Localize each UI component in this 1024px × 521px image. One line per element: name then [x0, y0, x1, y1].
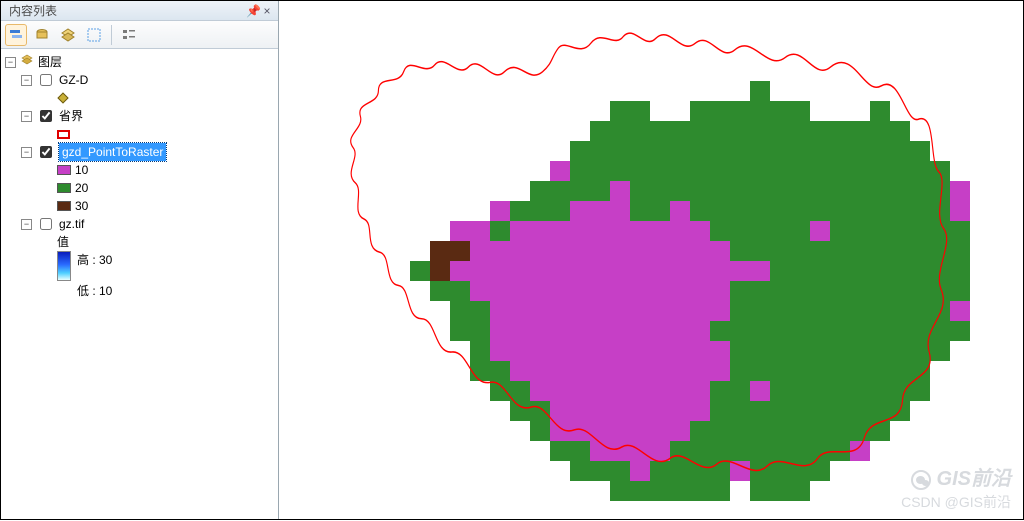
layer-checkbox[interactable]	[40, 110, 52, 122]
collapse-icon[interactable]: −	[21, 219, 32, 230]
stretch-low: 低 : 10	[77, 282, 112, 299]
collapse-icon[interactable]: −	[5, 57, 16, 68]
class-label: 10	[75, 161, 88, 179]
map-canvas[interactable]	[280, 1, 1023, 519]
list-by-selection-icon[interactable]	[83, 24, 105, 46]
list-by-visibility-icon[interactable]	[57, 24, 79, 46]
layer-label: 省界	[59, 107, 83, 125]
layer-tree: − 图层 − GZ-D − 省界 − gzd_PointToRa	[1, 49, 278, 301]
class-row[interactable]: 10	[3, 161, 276, 179]
layer-boundary[interactable]: − 省界	[3, 107, 276, 125]
outline-swatch-icon	[57, 130, 70, 139]
layer-label: GZ-D	[59, 71, 88, 89]
color-swatch-icon	[57, 201, 71, 211]
panel-header: 内容列表 📌 ×	[1, 1, 278, 21]
stretch-title-row: 值	[3, 233, 276, 251]
layer-checkbox[interactable]	[40, 74, 52, 86]
toc-sidebar: 内容列表 📌 × − 图层 −	[1, 1, 279, 519]
layers-icon	[20, 53, 34, 72]
class-label: 30	[75, 197, 88, 215]
options-icon[interactable]	[118, 24, 140, 46]
layer-gz-d[interactable]: − GZ-D	[3, 71, 276, 89]
map-svg	[280, 1, 1024, 521]
diamond-point-icon	[57, 92, 68, 103]
color-swatch-icon	[57, 165, 71, 175]
layer-symbol-outline[interactable]	[3, 125, 276, 143]
class-row[interactable]: 30	[3, 197, 276, 215]
class-row[interactable]: 20	[3, 179, 276, 197]
color-ramp-icon	[57, 251, 71, 281]
toolbar-separator	[111, 25, 112, 45]
pin-icon[interactable]: 📌	[246, 1, 260, 21]
layer-checkbox[interactable]	[40, 146, 52, 158]
panel-title-text: 内容列表	[9, 1, 57, 21]
list-by-source-icon[interactable]	[31, 24, 53, 46]
class-label: 20	[75, 179, 88, 197]
root-label: 图层	[38, 53, 62, 71]
layer-label-selected: gzd_PointToRaster	[59, 143, 166, 161]
collapse-icon[interactable]: −	[21, 111, 32, 122]
color-swatch-icon	[57, 183, 71, 193]
layer-point-to-raster[interactable]: − gzd_PointToRaster	[3, 143, 276, 161]
stretch-title: 值	[57, 233, 69, 251]
collapse-icon[interactable]: −	[21, 75, 32, 86]
close-icon[interactable]: ×	[260, 1, 274, 21]
list-by-drawing-order-icon[interactable]	[5, 24, 27, 46]
layer-checkbox[interactable]	[40, 218, 52, 230]
layer-gz-tif[interactable]: − gz.tif	[3, 215, 276, 233]
layer-label: gz.tif	[59, 215, 84, 233]
tree-root[interactable]: − 图层	[3, 53, 276, 71]
layer-symbol-point[interactable]	[3, 89, 276, 107]
collapse-icon[interactable]: −	[21, 147, 32, 158]
toc-toolbar	[1, 21, 278, 49]
stretch-high: 高 : 30	[77, 251, 112, 268]
stretch-ramp: 高 : 30 低 : 10	[3, 251, 276, 297]
